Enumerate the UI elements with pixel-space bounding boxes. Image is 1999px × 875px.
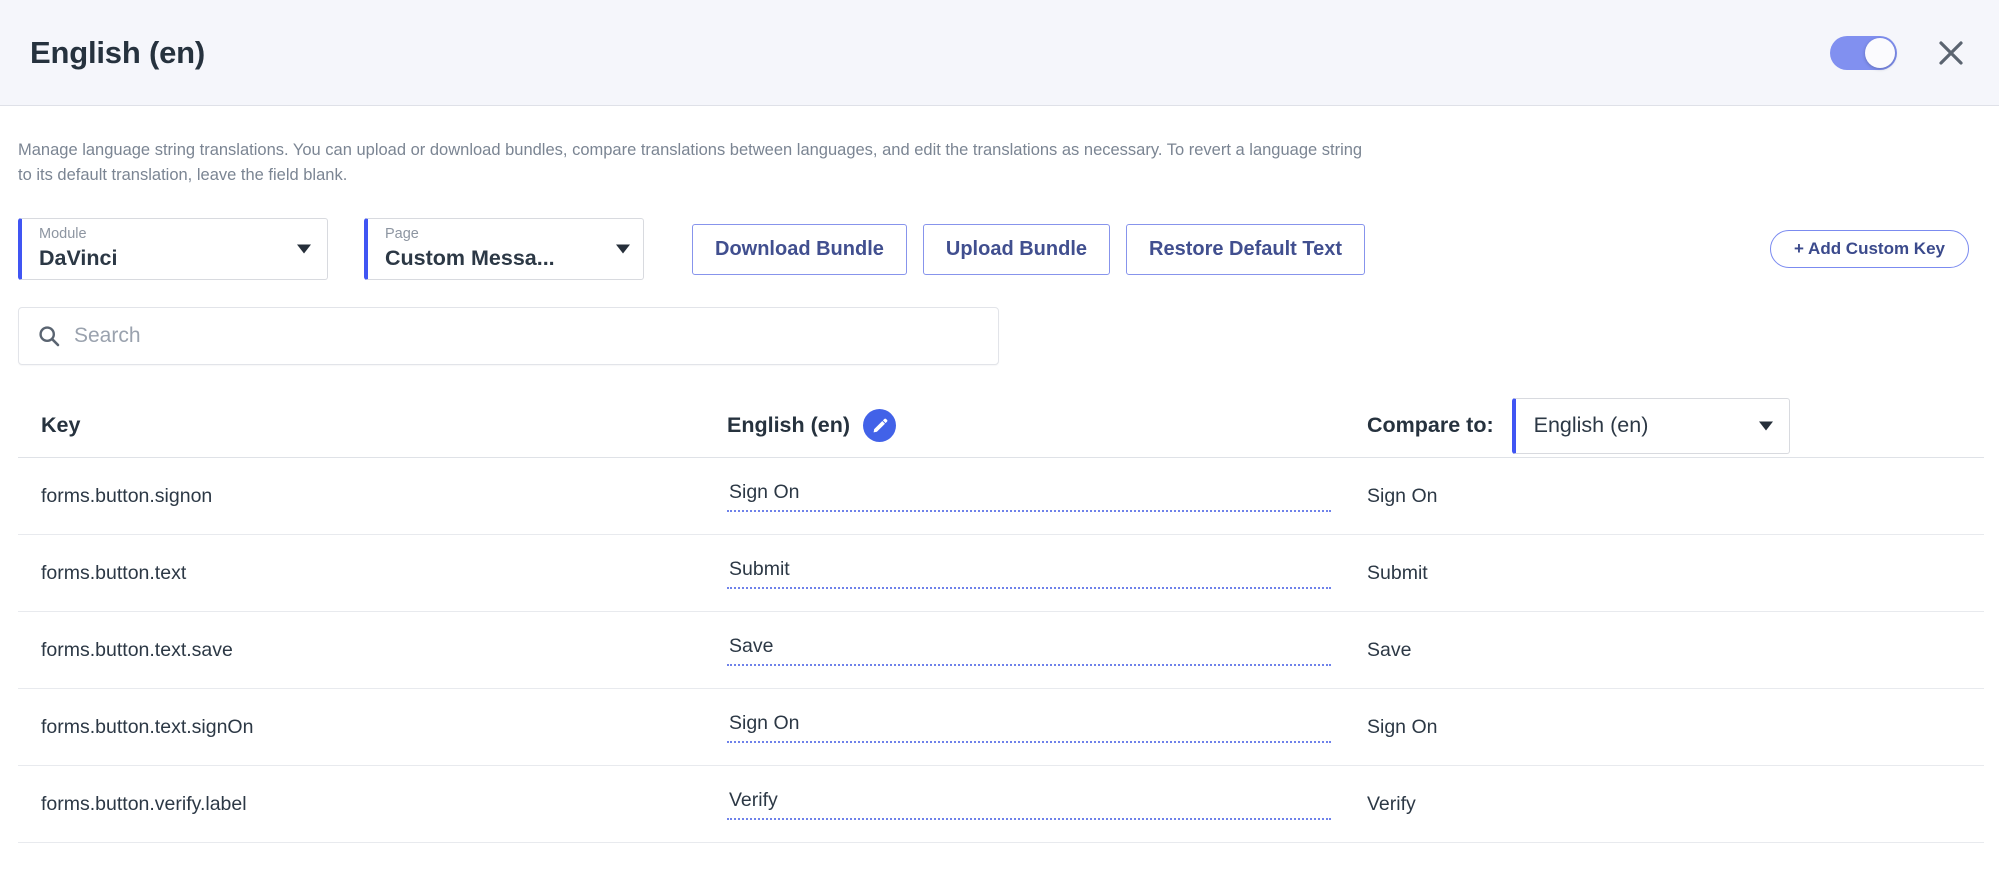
upload-bundle-button[interactable]: Upload Bundle bbox=[922, 223, 1110, 275]
translation-input[interactable] bbox=[727, 557, 1331, 589]
module-select-value: DaVinci bbox=[39, 246, 118, 271]
translation-input[interactable] bbox=[727, 711, 1331, 743]
translation-input[interactable] bbox=[727, 480, 1331, 512]
cell-compare: Sign On bbox=[1367, 484, 1438, 507]
restore-default-text-button[interactable]: Restore Default Text bbox=[1126, 223, 1366, 275]
cell-translation bbox=[727, 480, 1367, 512]
search-bar[interactable] bbox=[18, 307, 999, 366]
close-button[interactable] bbox=[1931, 33, 1971, 73]
compare-to-value: English (en) bbox=[1533, 413, 1649, 438]
cell-translation bbox=[727, 557, 1367, 589]
header-actions bbox=[1830, 33, 1971, 73]
chevron-down-icon bbox=[297, 244, 311, 254]
table-row: forms.button.text.signOn Sign On bbox=[18, 689, 1984, 767]
toggle-knob bbox=[1865, 37, 1895, 68]
table-row: forms.button.text Submit bbox=[18, 535, 1984, 613]
close-icon bbox=[1939, 40, 1963, 65]
download-bundle-button[interactable]: Download Bundle bbox=[692, 223, 907, 275]
module-select[interactable]: Module DaVinci bbox=[18, 218, 328, 281]
page-select-value: Custom Messa... bbox=[385, 246, 555, 271]
enable-language-toggle[interactable] bbox=[1830, 35, 1897, 70]
description-text: Manage language string translations. You… bbox=[18, 141, 1363, 185]
compare-to-label: Compare to: bbox=[1367, 413, 1494, 438]
cell-key: forms.button.verify.label bbox=[41, 792, 247, 815]
cell-compare: Submit bbox=[1367, 561, 1428, 584]
search-icon bbox=[37, 324, 61, 348]
translation-input[interactable] bbox=[727, 788, 1331, 820]
column-header-value-label: English (en) bbox=[727, 413, 851, 438]
translation-input[interactable] bbox=[727, 634, 1331, 666]
table-row: forms.button.verify.label Verify bbox=[18, 766, 1984, 844]
cell-key: forms.button.text.signOn bbox=[41, 715, 254, 738]
column-header-value: English (en) bbox=[727, 409, 1367, 443]
pencil-icon[interactable] bbox=[863, 409, 897, 443]
page-select[interactable]: Page Custom Messa... bbox=[364, 218, 644, 281]
dialog-body: Manage language string translations. You… bbox=[0, 138, 1999, 844]
compare-to-select[interactable]: English (en) bbox=[1511, 397, 1790, 454]
chevron-down-icon bbox=[616, 244, 630, 254]
cell-compare: Verify bbox=[1367, 792, 1416, 815]
cell-key: forms.button.text.save bbox=[41, 638, 233, 661]
cell-compare: Sign On bbox=[1367, 715, 1438, 738]
cell-translation bbox=[727, 788, 1367, 820]
cell-key: forms.button.signon bbox=[41, 484, 213, 507]
page-select-label: Page bbox=[385, 226, 419, 243]
table-header-row: Key English (en) Compare to: English (en… bbox=[18, 394, 1984, 459]
add-custom-key-button[interactable]: + Add Custom Key bbox=[1770, 230, 1969, 269]
compare-to-control: Compare to: English (en) bbox=[1367, 397, 1984, 454]
cell-key: forms.button.text bbox=[41, 561, 187, 584]
page-title: English (en) bbox=[30, 34, 205, 70]
column-header-key: Key bbox=[41, 413, 81, 438]
translations-table: Key English (en) Compare to: English (en… bbox=[18, 394, 1984, 844]
table-row: forms.button.signon Sign On bbox=[18, 458, 1984, 536]
cell-translation bbox=[727, 634, 1367, 666]
toolbar: Module DaVinci Page Custom Messa... Down… bbox=[18, 218, 1981, 281]
module-select-label: Module bbox=[39, 226, 87, 243]
search-input[interactable] bbox=[74, 324, 980, 349]
cell-translation bbox=[727, 711, 1367, 743]
dialog-header: English (en) bbox=[0, 0, 1999, 106]
cell-compare: Save bbox=[1367, 638, 1412, 661]
table-row: forms.button.text.save Save bbox=[18, 612, 1984, 690]
table-body: forms.button.signonSign Onforms.button.t… bbox=[18, 458, 1984, 844]
chevron-down-icon bbox=[1758, 421, 1773, 431]
